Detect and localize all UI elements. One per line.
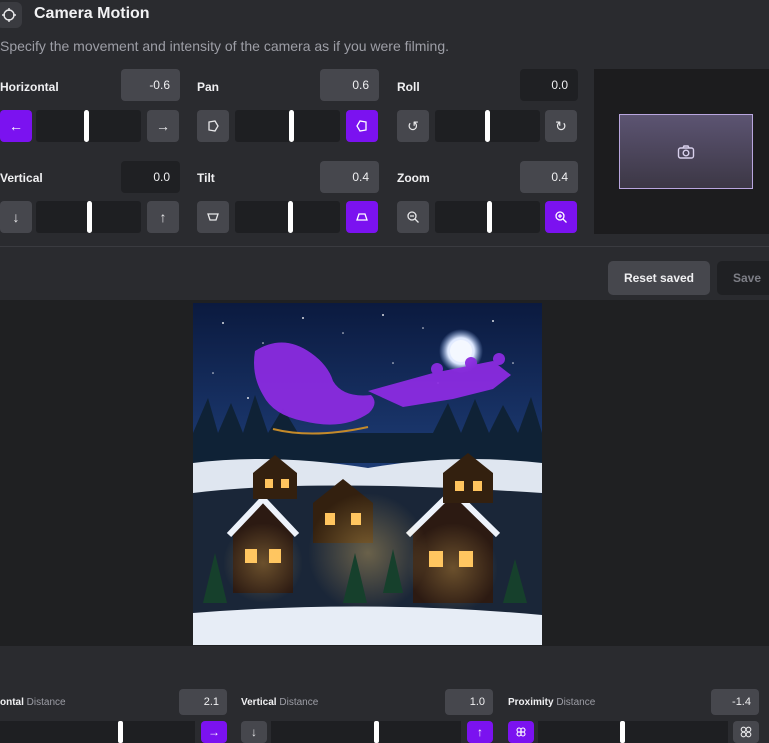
zoom-out-icon xyxy=(407,211,419,223)
pan-left-button[interactable] xyxy=(197,110,229,142)
tilt-down-icon xyxy=(207,213,219,221)
horizontal-slider-handle[interactable] xyxy=(84,110,89,142)
horizontal-value[interactable]: -0.6 xyxy=(121,69,180,101)
pan-left-icon xyxy=(208,120,219,132)
roll-left-button[interactable]: ↺ xyxy=(397,110,429,142)
proximity-distance-label: Proximity Distance xyxy=(508,697,596,708)
pan-right-icon xyxy=(356,120,367,132)
vertical-distance-handle[interactable] xyxy=(374,721,379,743)
tilt-value[interactable]: 0.4 xyxy=(320,161,379,193)
panel-subtitle: Specify the movement and intensity of th… xyxy=(0,38,449,54)
tilt-up-icon xyxy=(356,213,368,221)
horizontal-distance-right-button[interactable]: → xyxy=(201,721,227,743)
horizontal-label: Horizontal xyxy=(0,80,59,94)
proximity-near-icon xyxy=(516,727,526,737)
pan-right-button[interactable] xyxy=(346,110,378,142)
arrow-right-icon: → xyxy=(208,725,220,739)
vertical-distance-slider[interactable] xyxy=(271,721,461,743)
arrow-left-icon: ← xyxy=(9,118,23,134)
zoom-in-icon xyxy=(555,211,567,223)
tilt-label: Tilt xyxy=(197,171,215,185)
camera-motion-icon xyxy=(0,2,22,28)
vertical-distance-up-button[interactable]: ↑ xyxy=(467,721,493,743)
arrow-up-icon: ↑ xyxy=(159,209,167,225)
rotate-cw-icon: ↻ xyxy=(555,117,567,134)
horizontal-distance-handle[interactable] xyxy=(118,721,123,743)
zoom-in-button[interactable] xyxy=(545,201,577,233)
arrow-up-icon: ↑ xyxy=(477,725,483,739)
vertical-label: Vertical xyxy=(0,171,43,185)
zoom-out-button[interactable] xyxy=(397,201,429,233)
tilt-up-button[interactable] xyxy=(346,201,378,233)
horizontal-distance-value[interactable]: 2.1 xyxy=(179,689,227,715)
reset-saved-button[interactable]: Reset saved xyxy=(608,261,710,295)
section-divider xyxy=(0,246,769,247)
vertical-up-button[interactable]: ↑ xyxy=(147,201,179,233)
pan-slider-handle[interactable] xyxy=(289,110,294,142)
proximity-distance-handle[interactable] xyxy=(620,721,625,743)
zoom-slider-handle[interactable] xyxy=(487,201,492,233)
pan-value[interactable]: 0.6 xyxy=(320,69,379,101)
zoom-label: Zoom xyxy=(397,171,430,185)
arrow-down-icon: ↓ xyxy=(12,209,20,225)
horizontal-right-button[interactable]: → xyxy=(147,110,179,142)
camera-icon xyxy=(677,144,695,159)
pan-slider[interactable] xyxy=(235,110,340,142)
vertical-slider-handle[interactable] xyxy=(87,201,92,233)
rotate-ccw-icon: ↺ xyxy=(407,117,419,134)
vertical-value[interactable]: 0.0 xyxy=(121,161,180,193)
horizontal-left-button[interactable]: ← xyxy=(0,110,32,142)
proximity-far-button[interactable] xyxy=(733,721,759,743)
tilt-slider-handle[interactable] xyxy=(288,201,293,233)
roll-slider-handle[interactable] xyxy=(485,110,490,142)
panel-title: Camera Motion xyxy=(34,5,150,22)
pan-label: Pan xyxy=(197,80,220,94)
tilt-down-button[interactable] xyxy=(197,201,229,233)
zoom-value[interactable]: 0.4 xyxy=(520,161,578,193)
proximity-distance-slider[interactable] xyxy=(538,721,728,743)
horizontal-distance-slider[interactable] xyxy=(0,721,195,743)
scene-image xyxy=(193,303,542,645)
vertical-down-button[interactable]: ↓ xyxy=(0,201,32,233)
arrow-right-icon: → xyxy=(156,118,170,134)
vertical-distance-value[interactable]: 1.0 xyxy=(445,689,493,715)
roll-label: Roll xyxy=(397,80,420,94)
proximity-distance-value[interactable]: -1.4 xyxy=(711,689,759,715)
vertical-distance-label: Vertical Distance xyxy=(241,697,319,708)
vertical-distance-down-button[interactable]: ↓ xyxy=(241,721,267,743)
camera-preview xyxy=(594,69,769,234)
preview-frame xyxy=(619,114,753,189)
arrow-down-icon: ↓ xyxy=(251,725,257,739)
save-button[interactable]: Save xyxy=(717,261,769,295)
proximity-near-button[interactable] xyxy=(508,721,534,743)
proximity-far-icon xyxy=(740,726,752,738)
roll-right-button[interactable]: ↻ xyxy=(545,110,577,142)
roll-value[interactable]: 0.0 xyxy=(520,69,578,101)
horizontal-distance-label: ontal Distance xyxy=(0,697,66,708)
